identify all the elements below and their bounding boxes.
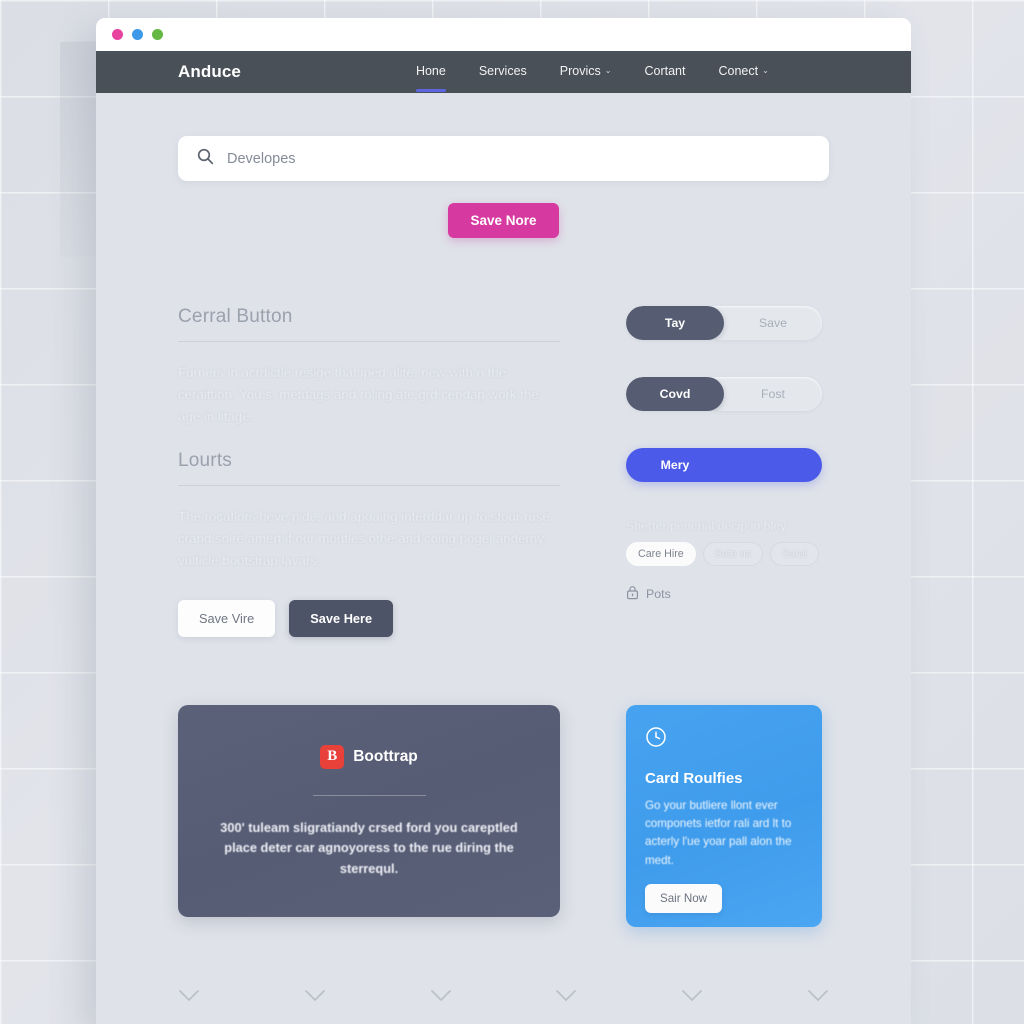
nav-item-cortant-label: Cortant: [644, 64, 686, 78]
section-one-body: Furners in acrdictle resige that iped al…: [178, 365, 539, 424]
search-box[interactable]: [178, 136, 829, 181]
save-nore-button[interactable]: Save Nore: [448, 203, 559, 238]
section-two-body: The rocatlors heve pide, and apoaing int…: [178, 508, 550, 568]
section-two-title: Lourts: [178, 449, 233, 471]
toggle-group-covd-fost: Covd Fost: [626, 377, 822, 411]
window-dot-close[interactable]: [112, 29, 123, 40]
chevron-down-icon: ⌄: [604, 66, 612, 75]
right-column: Tay Save Covd Fost Mery Sherter penerial…: [626, 306, 822, 637]
content-columns: Cerral Button Furners in acrdictle resig…: [178, 306, 829, 637]
card-roulfies-body: Go your butliere llont ever componets ie…: [645, 798, 792, 867]
button-pair: Save Vire Save Here: [178, 599, 560, 637]
nav-item-hone[interactable]: Hone: [415, 64, 446, 92]
card-roulfies: Card Roulfies Go your butliere llont eve…: [626, 704, 822, 927]
toggle-option-fost[interactable]: Fost: [724, 377, 822, 411]
chip-row: Care Hire Sate us Saral: [626, 542, 822, 566]
nav-item-hone-label: Hone: [415, 64, 446, 78]
save-here-button[interactable]: Save Here: [289, 599, 394, 637]
navbar: Anduce Hone Services Provics ⌄ Cortant C…: [96, 51, 911, 93]
search-input[interactable]: [227, 150, 810, 167]
save-vire-button[interactable]: Save Vire: [178, 599, 276, 637]
window-dot-minimize[interactable]: [132, 29, 143, 40]
cta-section: Save Nore: [178, 203, 829, 238]
nav-links: Hone Services Provics ⌄ Cortant Conect ⌄: [415, 64, 769, 92]
nav-item-services[interactable]: Services: [479, 64, 527, 80]
chevron-down-icon: ⌄: [762, 66, 769, 75]
section-one-divider: [178, 341, 560, 342]
lock-status-label: Pots: [646, 587, 671, 601]
sair-now-button[interactable]: Sair Now: [645, 883, 723, 913]
section-one-title: Cerral Button: [178, 306, 293, 327]
bootstrap-card-divider: [312, 794, 426, 796]
lock-status-row[interactable]: Pots: [626, 585, 822, 603]
nav-item-provics[interactable]: Provics ⌄: [560, 64, 612, 80]
chevron-down-icon-1[interactable]: [178, 989, 200, 1008]
bootstrap-card-body: 300' tuleam sligratiandy crsed ford you …: [220, 819, 518, 877]
toggle-group-mery[interactable]: Mery: [626, 448, 822, 482]
right-column-note: Sherter penerial decip in bley: [626, 519, 787, 533]
clock-icon: [645, 726, 667, 752]
search-icon: [197, 148, 214, 170]
toggle-option-tay[interactable]: Tay: [626, 306, 724, 340]
window-dot-maximize[interactable]: [152, 29, 163, 40]
cards-section: B Boottrap 300' tuleam sligratiandy crse…: [178, 704, 829, 927]
chevron-strip: [178, 989, 829, 1008]
chevron-down-icon-5[interactable]: [681, 989, 703, 1008]
chip-sate-us[interactable]: Sate us: [702, 542, 763, 566]
chevron-down-icon-4[interactable]: [555, 989, 577, 1008]
bootstrap-logo-icon: B: [320, 744, 345, 769]
window-titlebar: [96, 18, 911, 51]
chip-saral[interactable]: Saral: [769, 542, 819, 566]
left-column: Cerral Button Furners in acrdictle resig…: [178, 306, 560, 637]
page-content: Save Nore Cerral Button Furners in acrdi…: [96, 93, 911, 1024]
toggle-option-mery[interactable]: Mery: [626, 448, 724, 482]
lock-icon: [626, 585, 639, 603]
brand-logo[interactable]: Anduce: [178, 62, 241, 82]
chevron-down-icon-2[interactable]: [304, 989, 326, 1008]
toggle-option-covd[interactable]: Covd: [626, 377, 724, 411]
chip-care-hire[interactable]: Care Hire: [626, 542, 696, 566]
nav-item-conect[interactable]: Conect ⌄: [718, 64, 768, 80]
bootstrap-brand-row: B Boottrap: [204, 744, 534, 769]
card-roulfies-title: Card Roulfies: [645, 769, 743, 787]
toggle-group-tay-save: Tay Save: [626, 306, 822, 340]
bootstrap-brand-label: Boottrap: [353, 747, 418, 765]
search-section: [178, 93, 829, 181]
browser-window: Anduce Hone Services Provics ⌄ Cortant C…: [96, 18, 911, 1024]
section-two-divider: [178, 484, 560, 486]
nav-item-services-label: Services: [478, 64, 527, 78]
chevron-down-icon-3[interactable]: [430, 989, 452, 1008]
chevron-down-icon-6[interactable]: [807, 989, 829, 1008]
nav-item-cortant[interactable]: Cortant: [644, 64, 685, 80]
bootstrap-card: B Boottrap 300' tuleam sligratiandy crse…: [178, 704, 560, 917]
nav-item-provics-label: Provics: [559, 64, 601, 78]
toggle-option-save[interactable]: Save: [724, 306, 822, 340]
nav-item-conect-label: Conect: [718, 64, 759, 78]
